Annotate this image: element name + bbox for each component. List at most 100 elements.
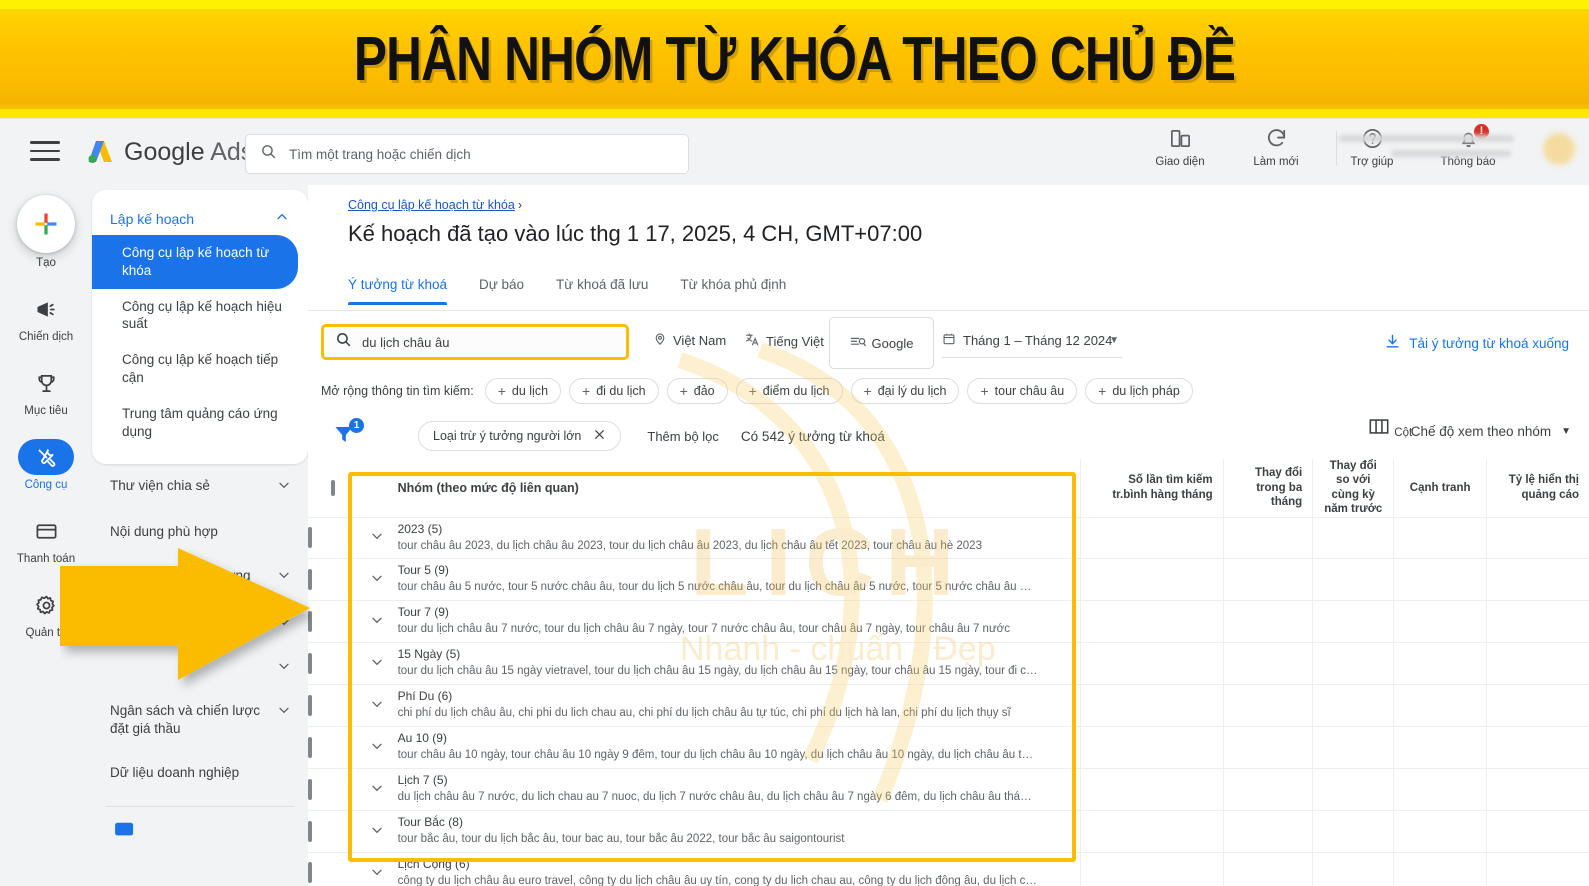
column-header-competition[interactable]: Cạnh tranh [1393, 459, 1487, 518]
cell-avg-monthly-searches [1079, 768, 1224, 812]
keyword-groups-table-wrapper[interactable]: Nhóm (theo mức độ liên quan) Số lần tìm … [308, 459, 1589, 886]
breadcrumb-link-keyword-planner[interactable]: Công cụ lập kế hoạch từ khóa [348, 198, 515, 212]
expand-chip-2[interactable]: + đảo [666, 378, 728, 404]
rail-item-tools[interactable]: Công cụ [0, 439, 92, 491]
expand-chip-0[interactable]: + du lịch [484, 378, 562, 404]
table-row[interactable]: Phí Du (6) chi phí du lịch châu âu, chi … [308, 684, 1589, 728]
expand-chip-3[interactable]: + điểm du lịch [735, 378, 843, 404]
rail-label-campaigns: Chiến dịch [18, 331, 74, 343]
row-expander[interactable] [357, 684, 398, 728]
row-checkbox[interactable] [308, 736, 312, 758]
cell-three-month-change [1222, 642, 1313, 686]
keyword-search-input[interactable]: du lịch châu âu [321, 324, 629, 360]
table-row[interactable]: Au 10 (9) tour châu âu 10 ngày, tour châ… [308, 726, 1589, 770]
plus-icon: + [679, 383, 688, 399]
sidebar-item-reach-planner[interactable]: Công cụ lập kế hoạch tiếp cận [92, 342, 308, 396]
avatar[interactable] [1543, 133, 1575, 165]
sidebar-item-hidden-b[interactable] [92, 645, 308, 689]
row-checkbox[interactable] [308, 526, 312, 548]
account-info-blurred[interactable] [1339, 135, 1529, 165]
expand-chip-4[interactable]: + đại lý du lịch [850, 378, 960, 404]
sidebar-item-business-data[interactable]: Dữ liệu doanh nghiệp [92, 751, 308, 795]
table-row[interactable]: Tour 5 (9) tour châu âu 5 nước, tour 5 n… [308, 558, 1589, 602]
table-header-row: Nhóm (theo mức độ liên quan) Số lần tìm … [308, 459, 1589, 518]
select-all-checkbox[interactable] [330, 479, 335, 496]
row-expander[interactable] [357, 517, 398, 560]
nav-group-planning[interactable]: Lập kế hoạch [92, 202, 308, 235]
table-row[interactable]: Lịch Cộng (6) công ty du lịch châu âu eu… [308, 852, 1589, 886]
chevron-down-icon [276, 477, 292, 498]
expand-chip-5[interactable]: + tour châu âu [967, 378, 1078, 404]
sidebar-item-app-ads-hub[interactable]: Trung tâm quảng cáo ứng dụng [92, 396, 308, 450]
sidebar-item-shared-library[interactable]: Thư viện chia sẻ [92, 464, 308, 511]
nav-bottom-icon[interactable] [114, 821, 136, 839]
location-selector[interactable]: Việt Nam [653, 332, 726, 349]
keyword-groups-table: Nhóm (theo mức độ liên quan) Số lần tìm … [308, 459, 1589, 886]
column-header-three-month-change[interactable]: Thay đổi trong ba tháng [1222, 459, 1313, 518]
row-expander[interactable] [357, 768, 398, 812]
columns-label: Cột [1394, 427, 1413, 439]
group-name: Lịch Cộng (6) [397, 857, 470, 871]
row-checkbox[interactable] [308, 652, 312, 674]
hamburger-icon[interactable] [30, 141, 60, 163]
rail-item-admin[interactable]: Quản trị [0, 587, 92, 639]
column-header-yoy-change[interactable]: Thay đổi so với cùng kỳ năm trước [1312, 459, 1394, 518]
table-row[interactable]: 2023 (5) tour châu âu 2023, du lịch châu… [308, 517, 1589, 560]
row-checkbox[interactable] [308, 568, 312, 590]
card-icon [18, 513, 74, 549]
row-expander[interactable] [357, 852, 398, 886]
cell-yoy-change [1312, 810, 1394, 853]
row-expander[interactable] [357, 600, 398, 644]
table-row[interactable]: 15 Ngày (5) tour du lịch châu âu 15 ngày… [308, 642, 1589, 686]
sidebar-item-relevant-content[interactable]: Nội dung phù hợp [92, 510, 308, 554]
column-header-ad-impression-share[interactable]: Tỷ lệ hiển thị quảng cáo [1486, 459, 1589, 518]
row-checkbox[interactable] [308, 820, 312, 842]
row-expander[interactable] [357, 726, 398, 770]
close-icon[interactable] [593, 428, 606, 444]
row-expander[interactable] [357, 810, 398, 853]
sidebar-item-audience-manager[interactable]: Trình quản lý đối tượng [92, 554, 308, 601]
cell-avg-monthly-searches [1079, 852, 1224, 886]
breadcrumb: Công cụ lập kế hoạch từ khóa › [348, 198, 522, 212]
create-button[interactable]: Tạo [0, 195, 92, 269]
row-checkbox[interactable] [308, 694, 312, 716]
sidebar-item-performance-planner[interactable]: Công cụ lập kế hoạch hiệu suất [92, 289, 308, 343]
row-checkbox[interactable] [308, 610, 312, 632]
table-row[interactable]: Tour Bắc (8) tour bắc âu, tour du lịch b… [308, 810, 1589, 853]
table-row[interactable]: Lịch 7 (5) du lịch châu âu 7 nước, du li… [308, 768, 1589, 812]
filter-funnel-button[interactable]: 1 [332, 418, 366, 450]
row-checkbox[interactable] [308, 862, 312, 884]
brand-logo-area[interactable]: Google Ads [85, 137, 253, 167]
global-search-input[interactable]: Tìm một trang hoặc chiến dịch [245, 134, 689, 174]
rail-item-goals[interactable]: Mục tiêu [0, 365, 92, 417]
rail-item-billing[interactable]: Thanh toán [0, 513, 92, 565]
rail-item-campaigns[interactable]: Chiến dịch [0, 291, 92, 343]
date-range-selector[interactable]: Tháng 1 – Tháng 12 2024 ▼ [942, 324, 1122, 358]
appearance-button[interactable]: Giao diện [1145, 127, 1215, 168]
tab-forecast[interactable]: Dự báo [463, 271, 540, 305]
column-header-avg-monthly-searches[interactable]: Số lần tìm kiếm tr.bình hàng tháng [1079, 459, 1224, 518]
row-expander[interactable] [357, 558, 398, 602]
global-search-placeholder: Tìm một trang hoặc chiến dịch [289, 146, 471, 162]
download-keyword-ideas-button[interactable]: Tải ý tưởng từ khoá xuống [1384, 333, 1569, 353]
expand-chip-6[interactable]: + du lịch pháp [1085, 378, 1193, 404]
sidebar-item-keyword-planner[interactable]: Công cụ lập kế hoạch từ khóa [92, 235, 298, 289]
view-mode-selector[interactable]: Chế độ xem theo nhóm ▼ [1411, 424, 1571, 439]
search-network-selector[interactable]: Google [829, 317, 934, 369]
add-filter-button[interactable]: Thêm bộ lọc [647, 429, 719, 444]
tab-negative-keywords[interactable]: Từ khóa phủ định [664, 271, 802, 305]
language-selector[interactable]: Tiếng Việt [745, 332, 824, 350]
tab-saved-keywords[interactable]: Từ khoá đã lưu [540, 271, 664, 305]
refresh-button[interactable]: Làm mới [1241, 127, 1311, 168]
column-header-group[interactable]: Nhóm (theo mức độ liên quan) [397, 459, 1081, 518]
expand-chip-1[interactable]: + đi du lịch [569, 378, 659, 404]
row-checkbox[interactable] [308, 778, 312, 800]
cell-competition [1393, 810, 1487, 853]
table-row[interactable]: Tour 7 (9) tour du lịch châu âu 7 nước, … [308, 600, 1589, 644]
sidebar-item-budgets-bidding[interactable]: Ngân sách và chiến lược đặt giá thầu [92, 689, 308, 751]
row-expander[interactable] [357, 642, 398, 686]
cell-avg-monthly-searches [1079, 810, 1224, 853]
sidebar-item-hidden-a[interactable] [92, 601, 308, 645]
tab-keyword-ideas[interactable]: Ý tưởng từ khoá [348, 271, 463, 305]
active-filter-chip[interactable]: Loại trừ ý tưởng người lớn [418, 421, 622, 451]
